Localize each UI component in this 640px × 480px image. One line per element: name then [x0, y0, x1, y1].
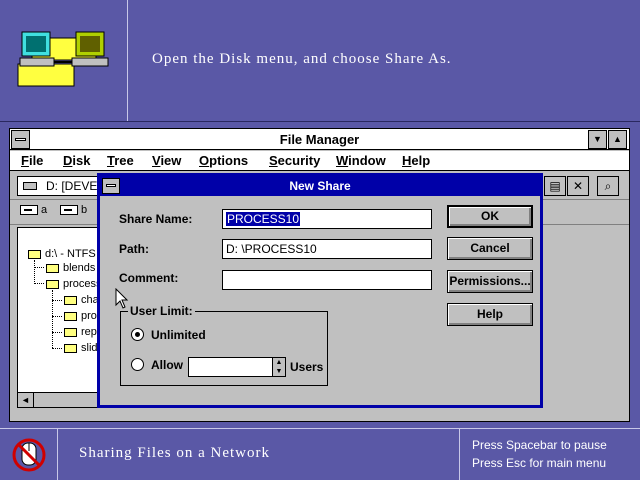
comment-field[interactable]: [222, 270, 432, 290]
menu-window[interactable]: Window: [336, 153, 386, 168]
menu-options[interactable]: Options: [199, 153, 248, 168]
unlimited-radio[interactable]: [131, 328, 144, 341]
file-manager-titlebar[interactable]: File Manager ▼ ▲: [10, 129, 629, 150]
drive-a-label: a: [41, 204, 48, 216]
file-manager-title: File Manager: [279, 132, 360, 147]
allow-radio[interactable]: [131, 358, 144, 371]
drive-icon: [23, 182, 37, 190]
help-button[interactable]: Help: [447, 303, 533, 326]
menu-view[interactable]: View: [152, 153, 181, 168]
path-field[interactable]: D: \PROCESS10: [222, 239, 432, 259]
ok-button[interactable]: OK: [447, 205, 533, 228]
share-name-label: Share Name:: [119, 212, 193, 226]
share-name-value: PROCESS10: [226, 212, 301, 226]
open-folder-icon: [46, 279, 59, 289]
cancel-button[interactable]: Cancel: [447, 237, 533, 260]
no-mouse-icon: [12, 438, 46, 472]
folder-icon: [28, 249, 41, 259]
scroll-left-icon[interactable]: ◄: [18, 393, 34, 407]
tree-item[interactable]: blends: [46, 262, 95, 274]
delete-icon[interactable]: ✕: [567, 176, 589, 196]
tutorial-instruction: Open the Disk menu, and choose Share As.: [152, 51, 452, 67]
allow-label[interactable]: Allow: [151, 358, 183, 372]
drive-a[interactable]: a: [20, 204, 47, 216]
tree-root-label: d:\ - NTFS: [45, 248, 96, 260]
comment-label: Comment:: [119, 271, 179, 285]
path-label: Path:: [119, 242, 149, 256]
users-label: Users: [290, 360, 324, 374]
user-count-spinner[interactable]: ▲ ▼: [188, 357, 286, 377]
maximize-button[interactable]: ▲: [608, 130, 627, 149]
menu-bar: File Disk Tree View Options Security Win…: [10, 151, 629, 171]
drive-combo[interactable]: D: [DEVE: [17, 176, 107, 196]
unlimited-label[interactable]: Unlimited: [151, 328, 206, 342]
new-share-dialog: New Share Share Name: PROCESS10 Path: D:…: [97, 173, 543, 408]
folder-icon: [46, 263, 59, 273]
dialog-titlebar[interactable]: New Share: [100, 176, 540, 196]
drive-combo-value: D: [DEVE: [46, 179, 98, 193]
menu-tree[interactable]: Tree: [107, 153, 134, 168]
banner-bottom-line: [0, 121, 640, 122]
user-limit-label: User Limit:: [128, 304, 195, 318]
tree-root[interactable]: d:\ - NTFS: [28, 248, 96, 260]
folder-icon: [64, 327, 77, 337]
folder-icon: [64, 343, 77, 353]
tree-item-label: process: [63, 278, 102, 290]
menu-help[interactable]: Help: [402, 153, 430, 168]
pause-hint: Press Spacebar to pause: [472, 438, 607, 452]
menu-disk[interactable]: Disk: [63, 153, 90, 168]
footer-divider: [57, 429, 58, 480]
folder-icon: [64, 295, 77, 305]
footer-title: Sharing Files on a Network: [79, 445, 270, 461]
tutorial-footer: Sharing Files on a Network Press Spaceba…: [0, 428, 640, 480]
share-name-field[interactable]: PROCESS10: [222, 209, 432, 229]
stop-sharing-icon[interactable]: ⌕: [597, 176, 619, 196]
minimize-button[interactable]: ▼: [588, 130, 607, 149]
permissions-button[interactable]: Permissions...: [447, 270, 533, 293]
drive-b[interactable]: b: [60, 204, 87, 216]
user-limit-group: User Limit: Unlimited Allow ▲ ▼ Users: [120, 304, 328, 386]
banner-divider: [127, 0, 128, 122]
drive-b-label: b: [81, 204, 88, 216]
tree-item[interactable]: process: [46, 278, 102, 290]
footer-divider: [459, 429, 460, 480]
menu-file[interactable]: File: [21, 153, 43, 168]
folder-icon: [64, 311, 77, 321]
menu-hint: Press Esc for main menu: [472, 456, 607, 470]
tree-item[interactable]: cha: [64, 294, 99, 306]
floppy-drive-icon: [20, 205, 38, 216]
floppy-drive-icon: [60, 205, 78, 216]
network-computers-icon: [17, 31, 109, 87]
dialog-title: New Share: [289, 179, 351, 193]
mouse-pointer-icon: [115, 288, 129, 309]
tree-item-label: blends: [63, 262, 96, 274]
properties-icon[interactable]: ▤: [544, 176, 566, 196]
spinner-arrows-icon[interactable]: ▲ ▼: [272, 357, 286, 377]
menu-security[interactable]: Security: [269, 153, 320, 168]
